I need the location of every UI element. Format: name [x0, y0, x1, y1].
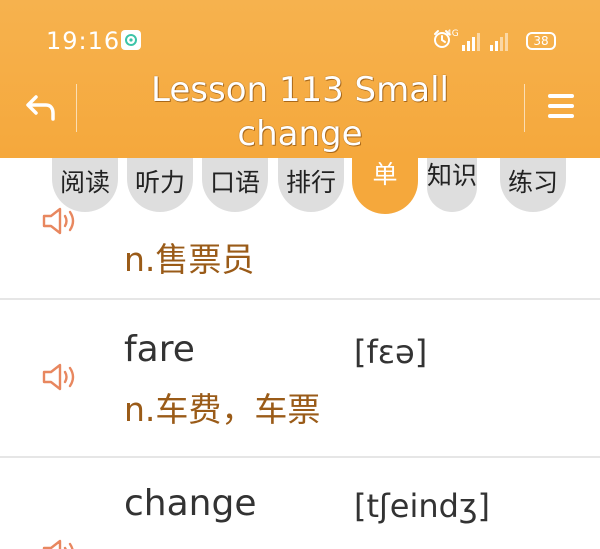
back-button[interactable]: [20, 88, 58, 126]
word-phonetic: [tʃeindʒ]: [354, 487, 490, 525]
battery-icon: 38: [526, 32, 556, 50]
tab-ranking[interactable]: 排行: [278, 158, 344, 212]
network-type-label: 4G: [446, 29, 459, 39]
word-meaning: n.售票员: [124, 240, 255, 279]
tab-listening[interactable]: 听力: [127, 158, 193, 212]
menu-icon: [548, 94, 574, 118]
menu-button[interactable]: [546, 90, 576, 122]
tab-practice[interactable]: 练习: [500, 158, 566, 212]
speaker-icon[interactable]: [40, 362, 80, 392]
app-notification-icon: [121, 30, 141, 50]
tab-reading[interactable]: 阅读: [52, 158, 118, 212]
word-list: n.售票员 fare [fɛə] n.车费，车票 change [tʃeindʒ…: [0, 158, 600, 549]
word-phonetic: [fɛə]: [354, 333, 428, 371]
tab-speaking[interactable]: 口语: [202, 158, 268, 212]
cellular-signal-icon: 4G: [446, 29, 480, 51]
word-item: change [tʃeindʒ]: [0, 458, 600, 549]
title-divider-left: [76, 84, 77, 132]
title-bar: Lesson 113 Small change: [0, 64, 600, 158]
status-icons: 4G 38: [432, 28, 556, 54]
battery-level: 38: [533, 34, 549, 48]
tab-knowledge[interactable]: 知识: [427, 158, 477, 212]
word-item: fare [fɛə] n.车费，车票: [0, 300, 600, 456]
status-bar: 19:16 4G 38: [0, 0, 600, 64]
title-divider-right: [524, 84, 525, 132]
secondary-signal-icon: [490, 31, 508, 51]
word-text: change: [124, 483, 257, 524]
page-title: Lesson 113 Small change: [151, 70, 449, 154]
word-text: fare: [124, 329, 195, 370]
header: 19:16 4G 38 Lesson 113 Small change: [0, 0, 600, 158]
tab-bar: 阅读 听力 口语 排行 单 知识 练习: [52, 158, 572, 214]
word-meaning: n.车费，车票: [124, 390, 321, 429]
status-time: 19:16: [46, 27, 121, 55]
back-arrow-icon: [26, 95, 55, 121]
speaker-icon[interactable]: [40, 538, 80, 549]
app-screen: 19:16 4G 38 Lesson 113 Small change n.售票…: [0, 0, 600, 549]
tab-words[interactable]: 单: [352, 158, 418, 214]
